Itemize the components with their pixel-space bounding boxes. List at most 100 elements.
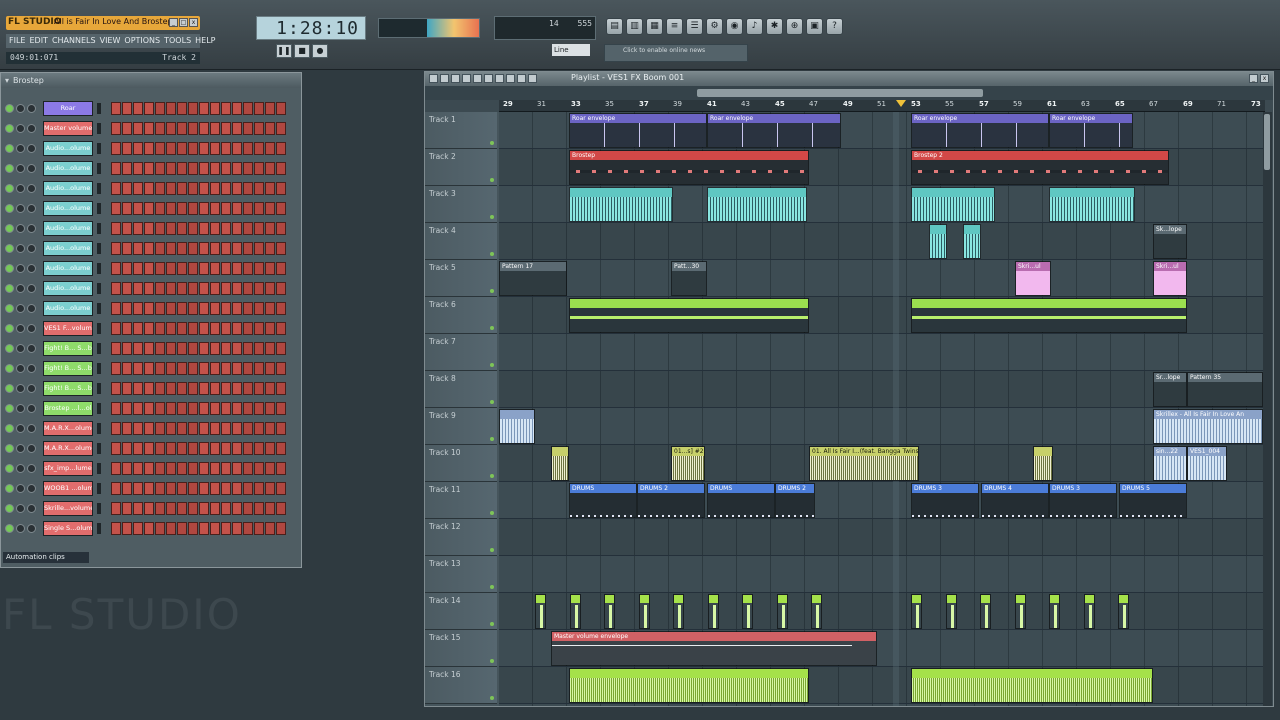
hit-clip[interactable]	[911, 594, 922, 629]
channel-row[interactable]: Audio...olume	[5, 141, 299, 157]
step-button[interactable]	[133, 242, 143, 255]
step-button[interactable]	[111, 282, 121, 295]
playlist-clip[interactable]: Skrillex - All Is Fair In Love An	[1153, 409, 1263, 444]
step-button[interactable]	[265, 422, 275, 435]
automation-clips-filter[interactable]: Automation clips	[3, 552, 89, 563]
step-button[interactable]	[111, 322, 121, 335]
step-button[interactable]	[177, 482, 187, 495]
step-button[interactable]	[254, 362, 264, 375]
step-button[interactable]	[232, 402, 242, 415]
channel-row[interactable]: Audio...olume	[5, 301, 299, 317]
mute-led-icon[interactable]	[5, 204, 14, 213]
knob-icon[interactable]	[27, 444, 36, 453]
step-button[interactable]	[155, 102, 165, 115]
step-button[interactable]	[254, 182, 264, 195]
step-button[interactable]	[265, 482, 275, 495]
knob-icon[interactable]	[16, 284, 25, 293]
step-button[interactable]	[243, 462, 253, 475]
online-news-panel[interactable]: Click to enable online news	[604, 44, 748, 62]
step-button[interactable]	[276, 142, 286, 155]
knob-icon[interactable]	[16, 144, 25, 153]
step-button[interactable]	[166, 382, 176, 395]
playhead-marker[interactable]	[896, 100, 906, 107]
step-button[interactable]	[133, 362, 143, 375]
step-button[interactable]	[111, 142, 121, 155]
step-button[interactable]	[133, 342, 143, 355]
step-button[interactable]	[221, 382, 231, 395]
step-button[interactable]	[232, 362, 242, 375]
channel-name-button[interactable]: Audio...olume	[43, 201, 93, 216]
step-button[interactable]	[243, 282, 253, 295]
step-button[interactable]	[265, 462, 275, 475]
step-button[interactable]	[276, 462, 286, 475]
channel-name-button[interactable]: WOOB1 ...olume	[43, 481, 93, 496]
step-button[interactable]	[122, 162, 132, 175]
menu-tool-icon[interactable]	[528, 74, 537, 83]
step-button[interactable]	[111, 162, 121, 175]
step-button[interactable]	[166, 162, 176, 175]
step-button[interactable]	[133, 162, 143, 175]
step-button[interactable]	[221, 262, 231, 275]
track-header[interactable]: Track 10	[425, 445, 497, 482]
step-button[interactable]	[276, 322, 286, 335]
step-button[interactable]	[144, 442, 154, 455]
knob-icon[interactable]	[16, 524, 25, 533]
track-enable-icon[interactable]	[490, 252, 494, 256]
knob-icon[interactable]	[27, 144, 36, 153]
knob-icon[interactable]	[16, 484, 25, 493]
step-button[interactable]	[155, 482, 165, 495]
step-button[interactable]	[111, 402, 121, 415]
step-button[interactable]	[254, 222, 264, 235]
knob-icon[interactable]	[16, 104, 25, 113]
step-button[interactable]	[221, 522, 231, 535]
step-button[interactable]	[111, 502, 121, 515]
step-button[interactable]	[133, 302, 143, 315]
track-header[interactable]: Track 13	[425, 556, 497, 593]
step-button[interactable]	[254, 422, 264, 435]
step-button[interactable]	[276, 402, 286, 415]
step-button[interactable]	[221, 402, 231, 415]
step-button[interactable]	[122, 242, 132, 255]
playlist-clip[interactable]: Master volume envelope	[551, 631, 877, 666]
hit-clip[interactable]	[946, 594, 957, 629]
step-button[interactable]	[276, 302, 286, 315]
step-button[interactable]	[243, 262, 253, 275]
step-button[interactable]	[188, 282, 198, 295]
hit-clip[interactable]	[1084, 594, 1095, 629]
step-button[interactable]	[199, 322, 209, 335]
step-button[interactable]	[210, 422, 220, 435]
mute-led-icon[interactable]	[5, 384, 14, 393]
channel-select-indicator[interactable]	[97, 143, 101, 154]
track-header[interactable]: Track 7	[425, 334, 497, 371]
step-button[interactable]	[177, 282, 187, 295]
step-button[interactable]	[144, 422, 154, 435]
step-button[interactable]	[243, 362, 253, 375]
step-button[interactable]	[133, 522, 143, 535]
playlist-icon[interactable]: ▤	[606, 18, 623, 35]
knob-icon[interactable]	[27, 284, 36, 293]
playlist-clip[interactable]: Pattern 17	[499, 261, 567, 296]
knob-icon[interactable]	[16, 324, 25, 333]
step-button[interactable]	[188, 322, 198, 335]
track-header[interactable]: Track 5	[425, 260, 497, 297]
step-button[interactable]	[155, 262, 165, 275]
step-button[interactable]	[243, 402, 253, 415]
menu-view[interactable]: VIEW	[100, 34, 121, 48]
track-header[interactable]: Track 11	[425, 482, 497, 519]
step-button[interactable]	[221, 182, 231, 195]
step-button[interactable]	[199, 422, 209, 435]
step-button[interactable]	[243, 242, 253, 255]
step-button[interactable]	[177, 262, 187, 275]
vertical-scrollbar[interactable]	[1263, 112, 1272, 706]
playlist-clip[interactable]: Skri...ul	[1015, 261, 1051, 296]
step-button[interactable]	[243, 222, 253, 235]
step-button[interactable]	[210, 262, 220, 275]
step-button[interactable]	[221, 242, 231, 255]
step-button[interactable]	[122, 282, 132, 295]
step-button[interactable]	[276, 422, 286, 435]
channel-name-button[interactable]: Audio...olume	[43, 141, 93, 156]
track-header[interactable]: Track 16	[425, 667, 497, 704]
step-button[interactable]	[177, 202, 187, 215]
step-button[interactable]	[144, 462, 154, 475]
step-button[interactable]	[188, 342, 198, 355]
